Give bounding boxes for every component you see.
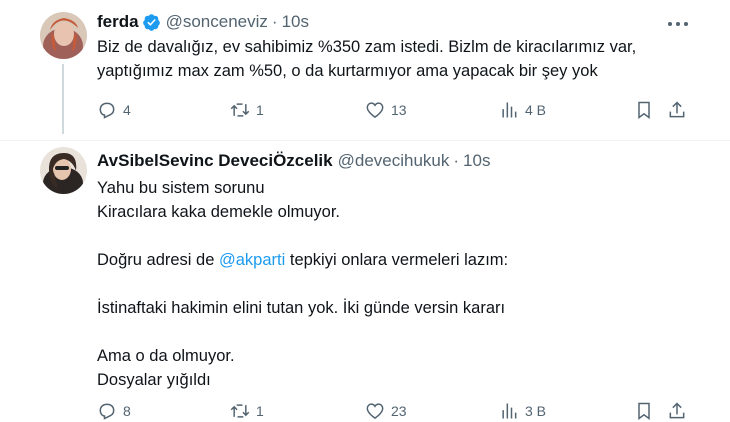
tweet-text-line: Yahu bu sistem sorunu <box>97 179 265 197</box>
bookmark-icon <box>638 101 650 119</box>
display-name[interactable]: AvSibelSevinc DeveciÖzcelik <box>97 151 333 171</box>
like-button[interactable]: 23 <box>365 400 407 422</box>
retweet-button[interactable]: 1 <box>230 400 264 422</box>
like-count: 23 <box>391 403 407 419</box>
tweet-text-line: Biz de davalığız, ev sahibimiz %350 zam … <box>97 38 637 56</box>
bookmark-button[interactable] <box>634 99 654 121</box>
tweet-devecihukuk[interactable]: AvSibelSevinc DeveciÖzcelik @devecihukuk… <box>0 141 730 420</box>
reply-button[interactable]: 8 <box>97 400 131 422</box>
like-button[interactable]: 13 <box>365 99 407 121</box>
tweet-text-line: Ama o da olmuyor. <box>97 347 235 365</box>
tweet-header: ferda @sonceneviz · 10s <box>97 11 309 33</box>
mention-link[interactable]: @akparti <box>219 251 285 269</box>
text-segment: tepkiyi onlara vermeleri lazım: <box>285 251 509 269</box>
tweet-text-line: İstinaftaki hakimin elini tutan yok. İki… <box>97 299 506 317</box>
tweet-text-line: Doğru adresi de @akparti tepkiyi onlara … <box>97 248 508 272</box>
separator: · <box>453 151 460 170</box>
action-bar: 4 1 13 4 B <box>97 99 687 121</box>
like-icon <box>366 102 384 119</box>
avatar-devecihukuk[interactable] <box>40 147 87 194</box>
views-count: 4 B <box>525 102 547 118</box>
like-count: 13 <box>391 102 407 118</box>
retweet-button[interactable]: 1 <box>230 99 264 121</box>
tweet-ferda[interactable]: ferda @sonceneviz · 10s Biz de davalığız… <box>0 0 730 134</box>
views-icon <box>502 102 517 118</box>
share-icon <box>669 101 685 118</box>
bookmark-button[interactable] <box>634 400 654 422</box>
retweet-count: 1 <box>256 403 264 419</box>
handle[interactable]: @sonceneviz <box>166 12 268 32</box>
tweet-text-line: Dosyalar yığıldı <box>97 371 211 389</box>
tweet-text: Yahu bu sistem sorunu Kiracılara kaka de… <box>97 176 508 392</box>
reply-button[interactable]: 4 <box>97 99 131 121</box>
views-count: 3 B <box>525 403 547 419</box>
tweet-text: Biz de davalığız, ev sahibimiz %350 zam … <box>97 35 636 83</box>
action-bar: 8 1 23 3 B <box>97 400 687 422</box>
thread-line <box>62 64 64 134</box>
share-icon <box>669 402 685 419</box>
tweet-text-line: Kiracılara kaka demekle olmuyor. <box>97 203 341 221</box>
tweet-text-line: yaptığımız max zam %50, o da kurtarmıyor… <box>97 62 598 80</box>
text-segment: Doğru adresi de <box>97 251 219 269</box>
tweet-header: AvSibelSevinc DeveciÖzcelik @devecihukuk… <box>97 150 490 172</box>
retweet-icon <box>230 404 250 418</box>
handle[interactable]: @devecihukuk <box>338 151 450 171</box>
reply-icon <box>99 403 115 420</box>
avatar-ferda[interactable] <box>40 12 87 59</box>
retweet-count: 1 <box>256 102 264 118</box>
share-button[interactable] <box>667 99 687 121</box>
timestamp[interactable]: 10s <box>463 151 490 171</box>
views-icon <box>502 403 517 419</box>
display-name[interactable]: ferda <box>97 12 139 32</box>
reply-count: 4 <box>123 102 131 118</box>
retweet-icon <box>230 103 250 117</box>
timestamp[interactable]: 10s <box>282 12 309 32</box>
share-button[interactable] <box>667 400 687 422</box>
reply-count: 8 <box>123 403 131 419</box>
bookmark-icon <box>638 402 650 420</box>
like-icon <box>366 403 384 420</box>
separator: · <box>271 12 278 31</box>
verified-badge-icon <box>142 13 161 32</box>
reply-icon <box>99 102 115 119</box>
views-button[interactable]: 4 B <box>499 99 546 121</box>
more-icon[interactable] <box>668 19 688 29</box>
views-button[interactable]: 3 B <box>499 400 546 422</box>
